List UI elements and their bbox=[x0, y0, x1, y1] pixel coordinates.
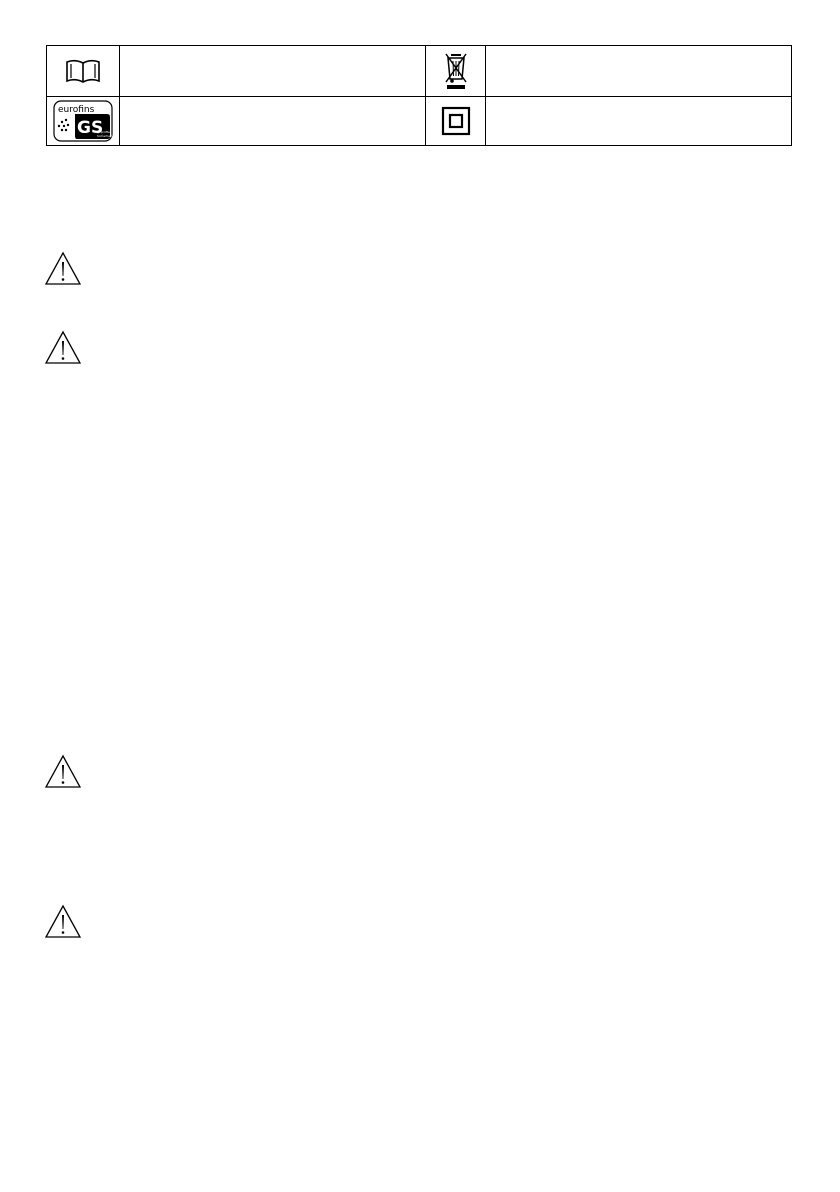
weee-icon-cell bbox=[425, 45, 486, 97]
eurofins-gs-mark: eurofins GS geprüfte Sicherheit bbox=[53, 100, 113, 142]
double-insulation-icon bbox=[441, 106, 470, 136]
symbols-table-row: eurofins GS geprüfte Sicherheit bbox=[46, 96, 792, 146]
double-insulation-icon-cell bbox=[425, 96, 486, 146]
crossed-out-wheelie-bin-icon bbox=[444, 53, 467, 89]
symbols-table-row bbox=[46, 45, 792, 97]
warning-triangle-icon bbox=[44, 904, 82, 939]
manual-book-icon-cell bbox=[46, 45, 120, 97]
manual-book-icon bbox=[66, 59, 100, 83]
warning-triangle-icon bbox=[44, 330, 82, 365]
svg-text:Sicherheit: Sicherheit bbox=[97, 134, 113, 138]
symbol-description bbox=[485, 96, 792, 146]
symbol-description bbox=[485, 45, 792, 97]
gs-mark-cell: eurofins GS geprüfte Sicherheit bbox=[46, 96, 120, 146]
symbols-table: eurofins GS geprüfte Sicherheit bbox=[46, 45, 792, 146]
warning-triangle-icon bbox=[44, 251, 82, 286]
warning-triangle-icon bbox=[44, 754, 82, 789]
symbol-description bbox=[119, 45, 426, 97]
svg-text:eurofins: eurofins bbox=[58, 105, 95, 115]
symbol-description bbox=[119, 96, 426, 146]
